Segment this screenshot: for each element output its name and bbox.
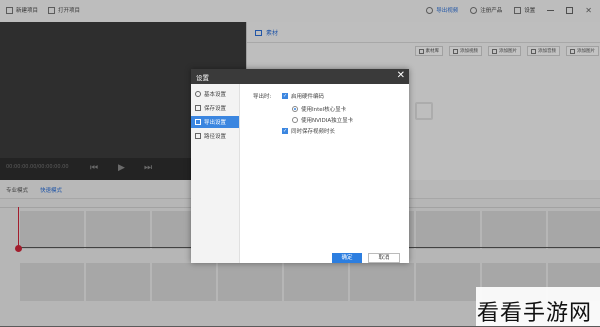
export-when-label: 导出时: bbox=[253, 94, 272, 100]
save-icon bbox=[195, 105, 201, 111]
nav-item-save-label: 保存设置 bbox=[204, 106, 227, 112]
intel-gpu-radio[interactable] bbox=[292, 106, 298, 112]
watermark-text: 看看手游网 bbox=[476, 301, 592, 326]
settings-body: 导出时: ✓ 启用硬件编码 使用Intel核心显卡 使用NVIDIA独立显卡 ✓… bbox=[240, 84, 409, 263]
save-timeline-checkbox[interactable]: ✓ bbox=[282, 128, 288, 134]
nav-item-export[interactable]: 导出设置 bbox=[191, 116, 239, 128]
intel-gpu-label: 使用Intel核心显卡 bbox=[301, 107, 347, 113]
ok-button[interactable]: 确定 bbox=[332, 253, 362, 263]
save-timeline-option[interactable]: ✓ 同时保存视频时长 bbox=[282, 127, 335, 135]
nvidia-gpu-label: 使用NVIDIA独立显卡 bbox=[301, 118, 354, 124]
settings-dialog: 设置 ✕ 基本设置 保存设置 导出设置 路径设置 导出时: ✓ 启用硬件编码 使… bbox=[191, 69, 409, 263]
nvidia-gpu-option[interactable]: 使用NVIDIA独立显卡 bbox=[292, 116, 353, 124]
save-timeline-label: 同时保存视频时长 bbox=[291, 129, 336, 135]
nav-item-save[interactable]: 保存设置 bbox=[191, 102, 239, 114]
watermark: 看看手游网 bbox=[476, 287, 600, 326]
export-icon bbox=[195, 119, 201, 125]
nvidia-gpu-radio[interactable] bbox=[292, 117, 298, 123]
settings-nav: 基本设置 保存设置 导出设置 路径设置 bbox=[191, 84, 240, 263]
intel-gpu-option[interactable]: 使用Intel核心显卡 bbox=[292, 105, 346, 113]
nav-item-path-label: 路径设置 bbox=[204, 134, 227, 140]
nav-item-basic-label: 基本设置 bbox=[204, 92, 227, 98]
nav-item-basic[interactable]: 基本设置 bbox=[191, 88, 239, 100]
hw-encode-checkbox[interactable]: ✓ bbox=[282, 93, 288, 99]
nav-item-export-label: 导出设置 bbox=[204, 120, 227, 126]
cancel-button[interactable]: 取消 bbox=[368, 253, 400, 263]
dialog-title: 设置 bbox=[196, 74, 209, 82]
dialog-titlebar: 设置 ✕ bbox=[191, 69, 409, 84]
nav-item-path[interactable]: 路径设置 bbox=[191, 130, 239, 142]
close-icon[interactable]: ✕ bbox=[397, 70, 405, 82]
hw-encode-label: 启用硬件编码 bbox=[291, 94, 325, 100]
folder-icon bbox=[195, 133, 201, 139]
hw-encode-option[interactable]: ✓ 启用硬件编码 bbox=[282, 92, 324, 100]
gear-icon bbox=[195, 91, 201, 97]
